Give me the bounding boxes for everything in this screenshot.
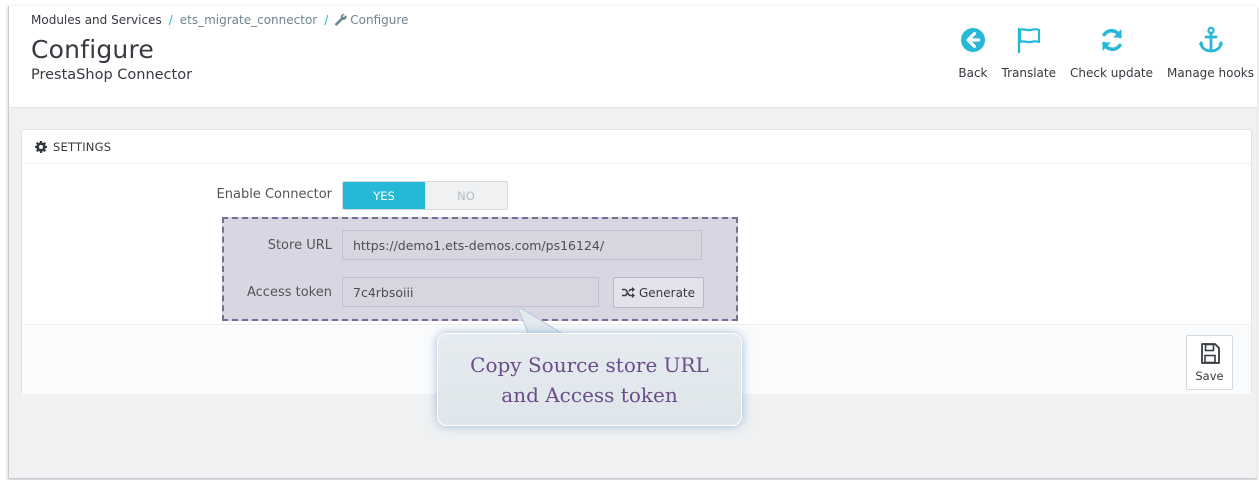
save-button[interactable]: Save (1186, 335, 1233, 390)
breadcrumb-separator: / (168, 13, 173, 27)
breadcrumb-current: Configure (350, 13, 409, 27)
check-update-label: Check update (1070, 66, 1154, 80)
breadcrumb-separator: / (324, 13, 329, 27)
translate-label: Translate (1001, 66, 1057, 80)
callout-tooltip: Copy Source store URL and Access token (437, 333, 742, 426)
translate-button[interactable]: Translate (1001, 26, 1057, 80)
settings-heading-label: SETTINGS (53, 139, 112, 154)
store-url-input[interactable]: https://demo1.ets-demos.com/ps16124/ (342, 230, 702, 260)
settings-heading: SETTINGS (22, 130, 1251, 164)
manage-hooks-label: Manage hooks (1167, 66, 1254, 80)
page-subtitle: PrestaShop Connector (31, 67, 193, 83)
generate-button[interactable]: Generate (613, 277, 704, 308)
toggle-no-option[interactable]: NO (425, 182, 507, 209)
floppy-disk-icon (1200, 342, 1220, 364)
save-label: Save (1195, 368, 1224, 383)
shuffle-icon (621, 287, 635, 298)
flag-icon (1017, 27, 1040, 54)
page-title: Configure (31, 35, 154, 64)
enable-connector-label: Enable Connector (216, 187, 332, 202)
page-header: Modules and Services / ets_migrate_conne… (9, 6, 1257, 108)
refresh-icon (1101, 28, 1122, 52)
toggle-yes-option[interactable]: YES (343, 182, 425, 209)
breadcrumb-module-link[interactable]: ets_migrate_connector (180, 13, 317, 27)
access-token-input[interactable]: 7c4rbsoiii (342, 277, 599, 307)
callout-line-1: Copy Source store URL (470, 352, 709, 377)
wrench-icon (335, 14, 347, 26)
arrow-circle-left-icon (960, 28, 985, 52)
access-token-label: Access token (247, 285, 332, 300)
admin-window: Modules and Services / ets_migrate_conne… (8, 6, 1257, 479)
generate-label: Generate (638, 285, 696, 300)
callout-line-2: and Access token (501, 382, 678, 407)
store-url-label: Store URL (267, 238, 332, 253)
anchor-icon (1198, 26, 1223, 53)
back-button[interactable]: Back (958, 26, 988, 80)
manage-hooks-button[interactable]: Manage hooks (1167, 26, 1254, 80)
breadcrumb-modules-link[interactable]: Modules and Services (31, 13, 162, 27)
enable-connector-toggle[interactable]: YES NO (342, 181, 508, 210)
breadcrumb: Modules and Services / ets_migrate_conne… (31, 13, 408, 27)
back-label: Back (958, 66, 988, 80)
gear-icon (35, 140, 47, 153)
toolbar: Back Translate Check update Manage hooks (944, 26, 1254, 80)
check-update-button[interactable]: Check update (1070, 26, 1153, 80)
